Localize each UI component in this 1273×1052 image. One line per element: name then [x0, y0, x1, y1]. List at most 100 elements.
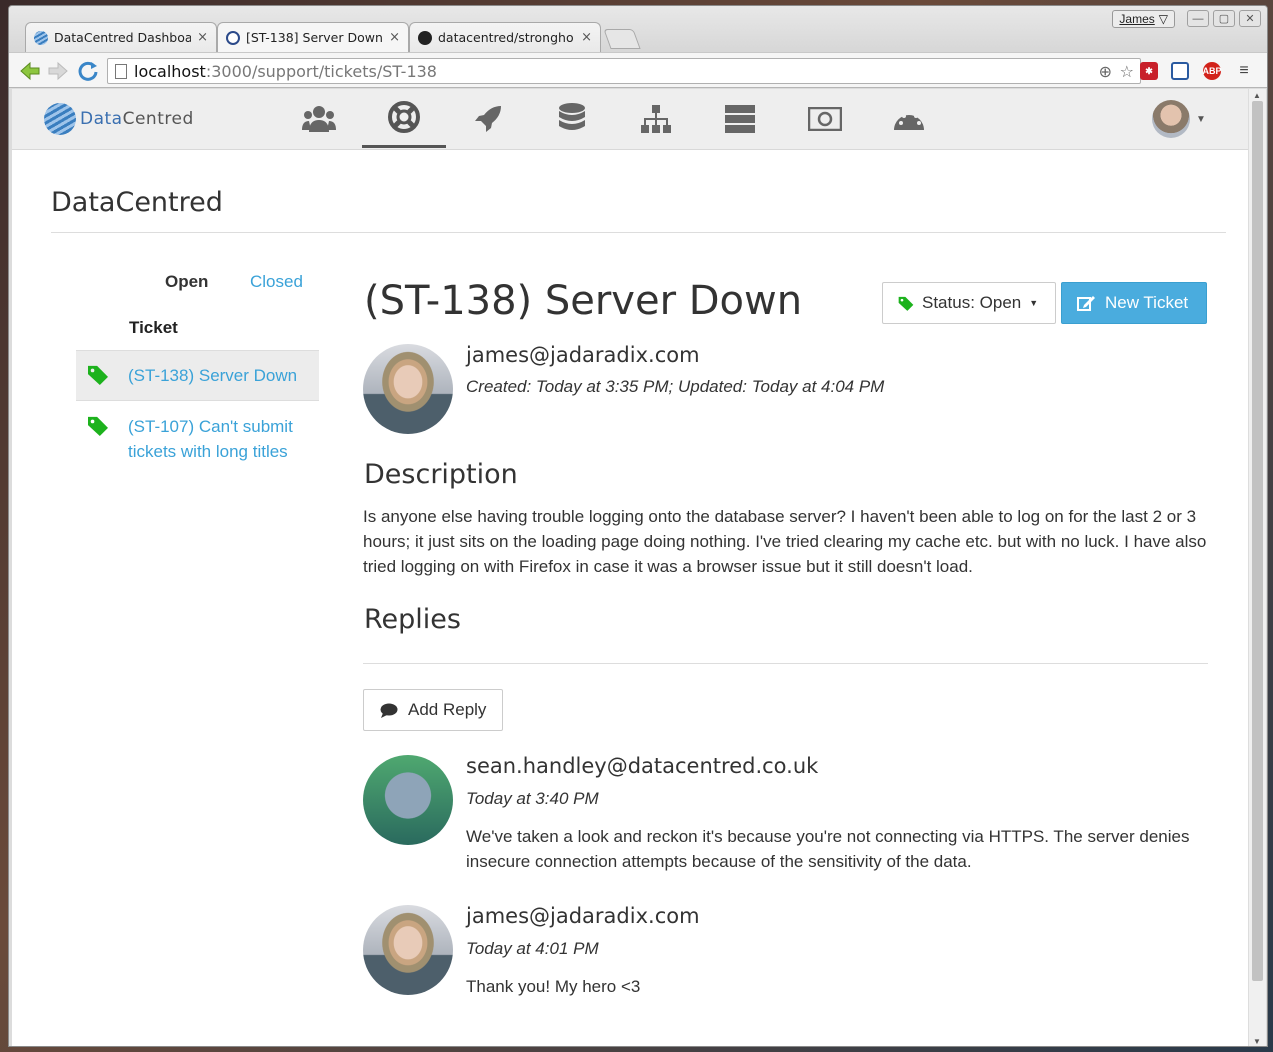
- back-arrow-icon[interactable]: [19, 60, 41, 82]
- address-bar[interactable]: localhost:3000/support/tickets/ST-138 ⊕ …: [107, 58, 1141, 84]
- reload-icon[interactable]: [77, 60, 99, 82]
- servers-icon: [725, 104, 755, 133]
- scroll-up-icon[interactable]: ▲: [1253, 91, 1261, 100]
- nav-network[interactable]: [614, 89, 698, 148]
- adblock-icon[interactable]: ABP: [1203, 62, 1222, 80]
- github-favicon-icon: [418, 30, 432, 45]
- nav-instances[interactable]: [446, 89, 530, 148]
- tab-close-icon[interactable]: ×: [389, 30, 400, 45]
- zoom-icon[interactable]: ⊕: [1099, 62, 1112, 81]
- browser-menu-icon[interactable]: ≡: [1235, 62, 1253, 80]
- datacentred-favicon-icon: [34, 30, 48, 45]
- reply-body: We've taken a look and reckon it's becau…: [466, 827, 1190, 871]
- status-label: Status: Open: [922, 293, 1022, 312]
- ticket-list-header: Ticket: [129, 318, 178, 337]
- tab-close-icon[interactable]: ×: [581, 30, 592, 45]
- tag-icon: [88, 365, 108, 385]
- page-viewport: DataCentred ▼ DataCentred Open Closed Ti…: [12, 89, 1248, 1046]
- reply-time: Today at 3:40 PM: [466, 789, 599, 808]
- avatar: [363, 344, 453, 434]
- tab-dashboard[interactable]: DataCentred Dashboa ×: [25, 22, 217, 52]
- divider: [51, 232, 1226, 233]
- filter-open-tab[interactable]: Open: [165, 272, 208, 292]
- database-icon: [559, 102, 585, 130]
- tag-icon: [898, 296, 914, 311]
- datacentred-logo[interactable]: DataCentred: [44, 103, 194, 135]
- dashboard-icon: [894, 110, 924, 130]
- ticket-description: Is anyone else having trouble logging on…: [363, 507, 1207, 576]
- ticket-author: james@jadaradix.com: [466, 343, 700, 367]
- new-ticket-label: New Ticket: [1105, 293, 1189, 312]
- replies-heading: Replies: [364, 604, 461, 635]
- window-user-menu[interactable]: James ▽: [1112, 10, 1175, 28]
- ticket-list-item[interactable]: (ST-138) Server Down: [76, 351, 319, 401]
- app-navbar: DataCentred ▼: [12, 89, 1248, 150]
- ticket-list-item[interactable]: (ST-107) Can't submit tickets with long …: [76, 402, 319, 476]
- page-icon: [115, 64, 127, 79]
- nav-storage[interactable]: [530, 89, 614, 148]
- nav-users[interactable]: [277, 89, 361, 148]
- filter-closed-tab[interactable]: Closed: [250, 272, 303, 292]
- reply-body: Thank you! My hero <3: [466, 977, 641, 996]
- new-tab-button[interactable]: [603, 29, 641, 49]
- nav-support[interactable]: [362, 89, 446, 148]
- tab-close-icon[interactable]: ×: [197, 30, 208, 45]
- tab-ticket[interactable]: [ST-138] Server Down ×: [217, 22, 409, 52]
- divider: [363, 663, 1208, 664]
- logo-mark-icon: [44, 103, 76, 135]
- caret-down-icon: ▼: [1196, 113, 1206, 125]
- scroll-thumb[interactable]: [1252, 101, 1263, 981]
- logo-text-b: Centred: [122, 109, 194, 129]
- reply-time: Today at 4:01 PM: [466, 939, 599, 958]
- page-title: DataCentred: [51, 187, 223, 218]
- window-user-name: James: [1119, 12, 1155, 26]
- scroll-down-icon[interactable]: ▼: [1253, 1037, 1261, 1046]
- description-heading: Description: [364, 459, 518, 490]
- avatar: [363, 905, 453, 995]
- tab-title: datacentred/strongho: [438, 30, 574, 45]
- ticket-link[interactable]: (ST-107) Can't submit tickets with long …: [128, 414, 309, 464]
- minimize-icon[interactable]: —: [1187, 10, 1209, 27]
- nav-usage[interactable]: [867, 89, 951, 148]
- bookmark-star-icon[interactable]: ☆: [1120, 62, 1134, 81]
- users-icon: [302, 105, 336, 132]
- edit-icon: [1077, 296, 1095, 311]
- logo-text: DataCentred: [80, 109, 194, 129]
- lastpass-icon[interactable]: ✱: [1140, 62, 1158, 80]
- tab-github[interactable]: datacentred/strongho ×: [409, 22, 601, 52]
- status-dropdown[interactable]: Status: Open ▼: [882, 282, 1056, 324]
- nav-billing[interactable]: [783, 89, 867, 148]
- avatar: [1152, 100, 1190, 138]
- forward-arrow-icon[interactable]: [47, 60, 69, 82]
- url-host: localhost: [134, 61, 206, 81]
- add-reply-button[interactable]: Add Reply: [363, 689, 503, 731]
- reply-author: sean.handley@datacentred.co.uk: [466, 754, 819, 778]
- chevron-down-icon: ▽: [1158, 12, 1168, 26]
- nav-servers[interactable]: [698, 89, 782, 148]
- reply-author: james@jadaradix.com: [466, 904, 700, 928]
- avatar: [363, 755, 453, 845]
- add-reply-label: Add Reply: [408, 700, 487, 719]
- tab-title: DataCentred Dashboa: [54, 30, 192, 45]
- ticket-link[interactable]: (ST-138) Server Down: [128, 363, 297, 388]
- tab-title: [ST-138] Server Down: [246, 30, 383, 45]
- billing-icon: [808, 106, 842, 131]
- page-scrollbar[interactable]: ▲ ▼: [1248, 89, 1266, 1046]
- user-menu[interactable]: ▼: [1152, 100, 1206, 138]
- tag-icon: [88, 416, 108, 436]
- maximize-icon[interactable]: ▢: [1213, 10, 1235, 27]
- screen-capture-icon[interactable]: [1171, 62, 1189, 80]
- browser-window: DataCentred Dashboa × [ST-138] Server Do…: [8, 5, 1268, 1047]
- support-icon: [388, 101, 420, 133]
- caret-down-icon: ▼: [1029, 298, 1039, 308]
- comment-icon: [380, 703, 398, 718]
- network-icon: [641, 104, 671, 133]
- url-path: :3000/support/tickets/ST-138: [205, 61, 437, 81]
- browser-toolbar: localhost:3000/support/tickets/ST-138 ⊕ …: [9, 52, 1267, 88]
- rocket-icon: [475, 105, 501, 132]
- lifeguard-favicon-icon: [226, 30, 240, 45]
- logo-text-a: Data: [80, 109, 123, 129]
- tab-strip: DataCentred Dashboa × [ST-138] Server Do…: [9, 6, 1267, 54]
- close-window-icon[interactable]: ✕: [1239, 10, 1261, 27]
- new-ticket-button[interactable]: New Ticket: [1061, 282, 1207, 324]
